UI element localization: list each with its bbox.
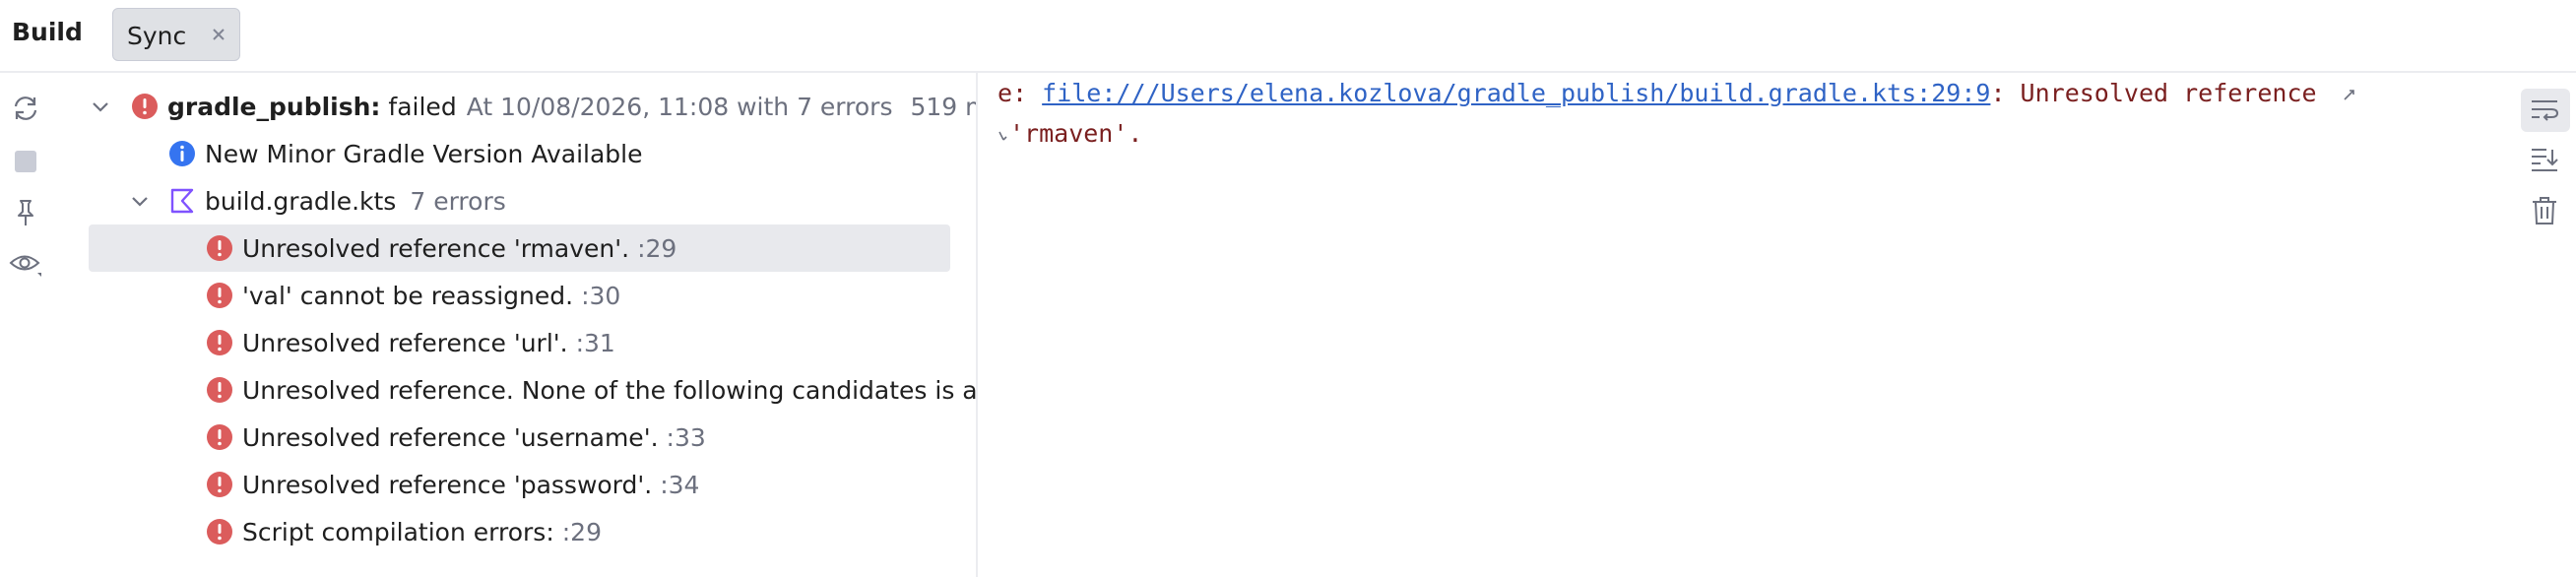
console-message: : Unresolved reference: [1990, 79, 2317, 107]
error-message: 'val' cannot be reassigned.: [242, 281, 574, 310]
error-message: Unresolved reference 'url'.: [242, 328, 568, 357]
tool-window-title: Build: [12, 18, 83, 46]
wrap-continue-icon: [998, 131, 1007, 141]
panel-splitter[interactable]: [976, 73, 978, 577]
console-line-1: e: file:///Users/elena.kozlova/gradle_pu…: [998, 79, 2357, 107]
error-row[interactable]: Unresolved reference 'username'.:33: [205, 414, 706, 461]
error-message: Unresolved reference 'username'.: [242, 422, 659, 452]
error-line: :29: [561, 517, 602, 546]
trash-icon[interactable]: [2527, 193, 2562, 228]
console-line-2: 'rmaven'.: [998, 119, 2357, 148]
error-row[interactable]: 'val' cannot be reassigned.:30: [205, 272, 620, 319]
console-output: e: file:///Users/elena.kozlova/gradle_pu…: [998, 79, 2357, 148]
close-icon[interactable]: [208, 24, 229, 45]
soft-wrap-icon[interactable]: [2527, 93, 2562, 128]
error-row[interactable]: Unresolved reference. None of the follow…: [205, 366, 976, 414]
error-line: :30: [581, 281, 621, 310]
file-link[interactable]: file:///Users/elena.kozlova/gradle_publi…: [1042, 79, 1990, 107]
error-icon: [207, 519, 232, 545]
scroll-to-end-icon[interactable]: [2527, 142, 2562, 177]
error-line: :33: [666, 422, 706, 452]
error-message: Unresolved reference 'password'.: [242, 470, 653, 499]
error-row[interactable]: Unresolved reference 'rmaven'.:29: [205, 224, 676, 272]
tool-window-header: Build Sync: [0, 0, 2576, 73]
error-icon: [207, 283, 232, 308]
error-list: Unresolved reference 'rmaven'.:29'val' c…: [89, 73, 976, 577]
error-message: Script compilation errors:: [242, 517, 554, 546]
wrap-arrow-icon: [2344, 90, 2354, 100]
error-icon: [207, 235, 232, 261]
console-line2-text: 'rmaven'.: [1009, 119, 1143, 148]
tab-sync[interactable]: Sync: [112, 8, 240, 61]
eye-icon[interactable]: [8, 246, 43, 282]
error-row[interactable]: Script compilation errors::29: [205, 508, 602, 555]
error-icon: [207, 330, 232, 355]
error-message: Unresolved reference. None of the follow…: [242, 375, 976, 405]
console-prefix: e:: [998, 79, 1043, 107]
tab-sync-label: Sync: [127, 22, 187, 50]
stop-icon[interactable]: [8, 144, 43, 179]
pin-icon[interactable]: [8, 195, 43, 230]
error-row[interactable]: Unresolved reference 'password'.:34: [205, 461, 699, 508]
error-line: :31: [575, 328, 615, 357]
error-icon: [207, 377, 232, 403]
error-icon: [207, 424, 232, 450]
error-row[interactable]: Unresolved reference 'url'.:31: [205, 319, 615, 366]
error-line: :34: [660, 470, 700, 499]
error-message: Unresolved reference 'rmaven'.: [242, 233, 630, 263]
sync-icon[interactable]: [8, 91, 43, 126]
error-line: :29: [637, 233, 677, 263]
error-icon: [207, 472, 232, 497]
